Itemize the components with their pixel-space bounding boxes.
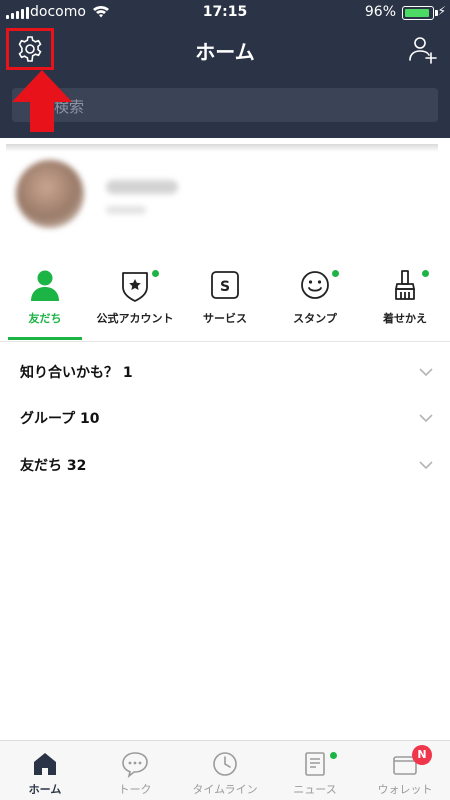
timeline-icon [213, 752, 237, 776]
tab-label: 友だち [28, 312, 62, 325]
nav-label: ウォレット [377, 783, 433, 796]
home-icon [34, 753, 56, 775]
active-tab-indicator [8, 337, 82, 340]
theme-icon [395, 270, 415, 300]
official-account-icon [122, 272, 148, 302]
section-title: 友だち 32 [20, 458, 87, 474]
profile-status-blurred [106, 206, 146, 214]
status-bar: docomo 17:15 96% ⚡ [0, 0, 450, 26]
charging-icon: ⚡ [437, 4, 446, 18]
search-input[interactable]: 検索 [12, 88, 438, 122]
tab-label: 着せかえ [383, 312, 427, 325]
service-icon: S [211, 271, 239, 299]
nav-timeline[interactable]: タイムライン [180, 741, 270, 800]
news-icon [305, 752, 325, 776]
nav-label: トーク [118, 783, 152, 796]
service-glyph: S [220, 279, 230, 295]
chevron-down-icon [419, 461, 433, 470]
add-friend-button[interactable] [408, 34, 438, 64]
section-title: グループ 10 [20, 411, 100, 427]
tab-label: スタンプ [293, 312, 337, 325]
nav-label: タイムライン [192, 783, 258, 796]
battery-icon [402, 6, 434, 20]
profile-name-blurred [106, 180, 178, 194]
nav-news[interactable]: ニュース [270, 741, 360, 800]
notification-badge: N [412, 745, 432, 765]
section-suggested-friends[interactable]: 知り合いかも？ 1 [0, 350, 450, 396]
nav-wallet[interactable]: N ウォレット [360, 741, 450, 800]
stamp-icon [301, 271, 329, 299]
new-dot [332, 270, 339, 277]
nav-label: ニュース [293, 783, 337, 796]
annotation-arrow-icon [12, 70, 72, 132]
tab-services[interactable]: S サービス [180, 262, 270, 342]
chat-icon [122, 752, 148, 778]
battery-percent: 96% [364, 4, 396, 20]
nav-chat[interactable]: トーク [90, 741, 180, 800]
tab-label: サービス [203, 312, 247, 325]
tab-official-accounts[interactable]: 公式アカウント [90, 262, 180, 342]
avatar[interactable] [16, 160, 84, 228]
category-tabs: 友だち 公式アカウント S サービス スタンプ 着せかえ [0, 262, 450, 342]
section-title: 知り合いかも？ 1 [20, 365, 133, 381]
chevron-down-icon [419, 414, 433, 423]
add-friend-icon [409, 37, 437, 64]
nav-home[interactable]: ホーム [0, 741, 90, 800]
chevron-down-icon [419, 368, 433, 377]
nav-label: ホーム [28, 783, 62, 796]
tab-label: 公式アカウント [96, 312, 174, 325]
bottom-nav: ホーム トーク タイムライン ニュース N ウォレット [0, 740, 450, 800]
new-dot [152, 270, 159, 277]
divider [6, 144, 438, 152]
tab-themes[interactable]: 着せかえ [360, 262, 450, 342]
section-friends[interactable]: 友だち 32 [0, 443, 450, 489]
tab-stamps[interactable]: スタンプ [270, 262, 360, 342]
new-dot [422, 270, 429, 277]
page-title: ホーム [195, 40, 255, 64]
new-dot [330, 752, 337, 759]
section-groups[interactable]: グループ 10 [0, 396, 450, 442]
tab-friends[interactable]: 友だち [0, 262, 90, 342]
my-profile[interactable] [0, 138, 450, 248]
friends-icon [31, 270, 59, 301]
